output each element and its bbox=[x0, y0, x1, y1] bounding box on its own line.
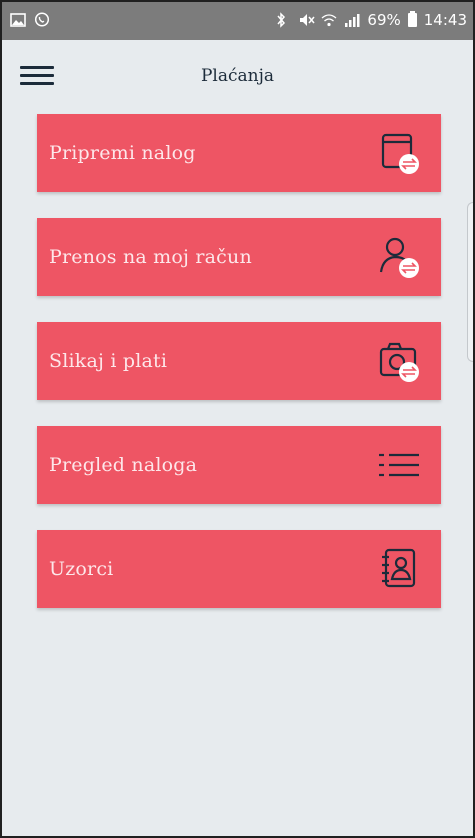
gallery-icon bbox=[10, 12, 26, 28]
menu-item-prepare-order[interactable]: Pripremi nalog bbox=[37, 114, 441, 192]
wifi-icon bbox=[321, 12, 337, 28]
phone-screen: 69% 14:43 Plaćanja Pripremi nalog Prenos… bbox=[0, 0, 475, 838]
bluetooth-icon bbox=[275, 12, 291, 28]
mute-icon bbox=[298, 12, 315, 28]
menu-item-order-list[interactable]: Pregled naloga bbox=[37, 426, 441, 504]
templates-icon bbox=[375, 544, 425, 594]
status-bar-left bbox=[10, 12, 50, 28]
viber-icon bbox=[34, 12, 50, 28]
transfer-own-account-icon bbox=[375, 232, 425, 282]
menu-item-label: Uzorci bbox=[49, 558, 114, 580]
signal-icon bbox=[344, 12, 360, 28]
edge-panel-handle[interactable] bbox=[467, 202, 473, 362]
menu-item-label: Prenos na moj račun bbox=[49, 246, 252, 268]
menu-item-scan-and-pay[interactable]: Slikaj i plati bbox=[37, 322, 441, 400]
menu-item-label: Pregled naloga bbox=[49, 454, 198, 476]
status-bar-right: 69% 14:43 bbox=[275, 11, 467, 29]
menu-item-templates[interactable]: Uzorci bbox=[37, 530, 441, 608]
status-bar: 69% 14:43 bbox=[2, 2, 473, 40]
menu-item-label: Slikaj i plati bbox=[49, 350, 168, 372]
scan-and-pay-icon bbox=[375, 336, 425, 386]
clock: 14:43 bbox=[423, 11, 467, 29]
app-bar: Plaćanja bbox=[2, 40, 473, 112]
prepare-order-icon bbox=[375, 128, 425, 178]
order-list-icon bbox=[375, 440, 425, 490]
menu-item-label: Pripremi nalog bbox=[49, 142, 196, 164]
battery-icon bbox=[407, 11, 417, 27]
battery-percent: 69% bbox=[367, 11, 401, 29]
menu-item-transfer-own-account[interactable]: Prenos na moj račun bbox=[37, 218, 441, 296]
page-title: Plaćanja bbox=[200, 66, 275, 86]
